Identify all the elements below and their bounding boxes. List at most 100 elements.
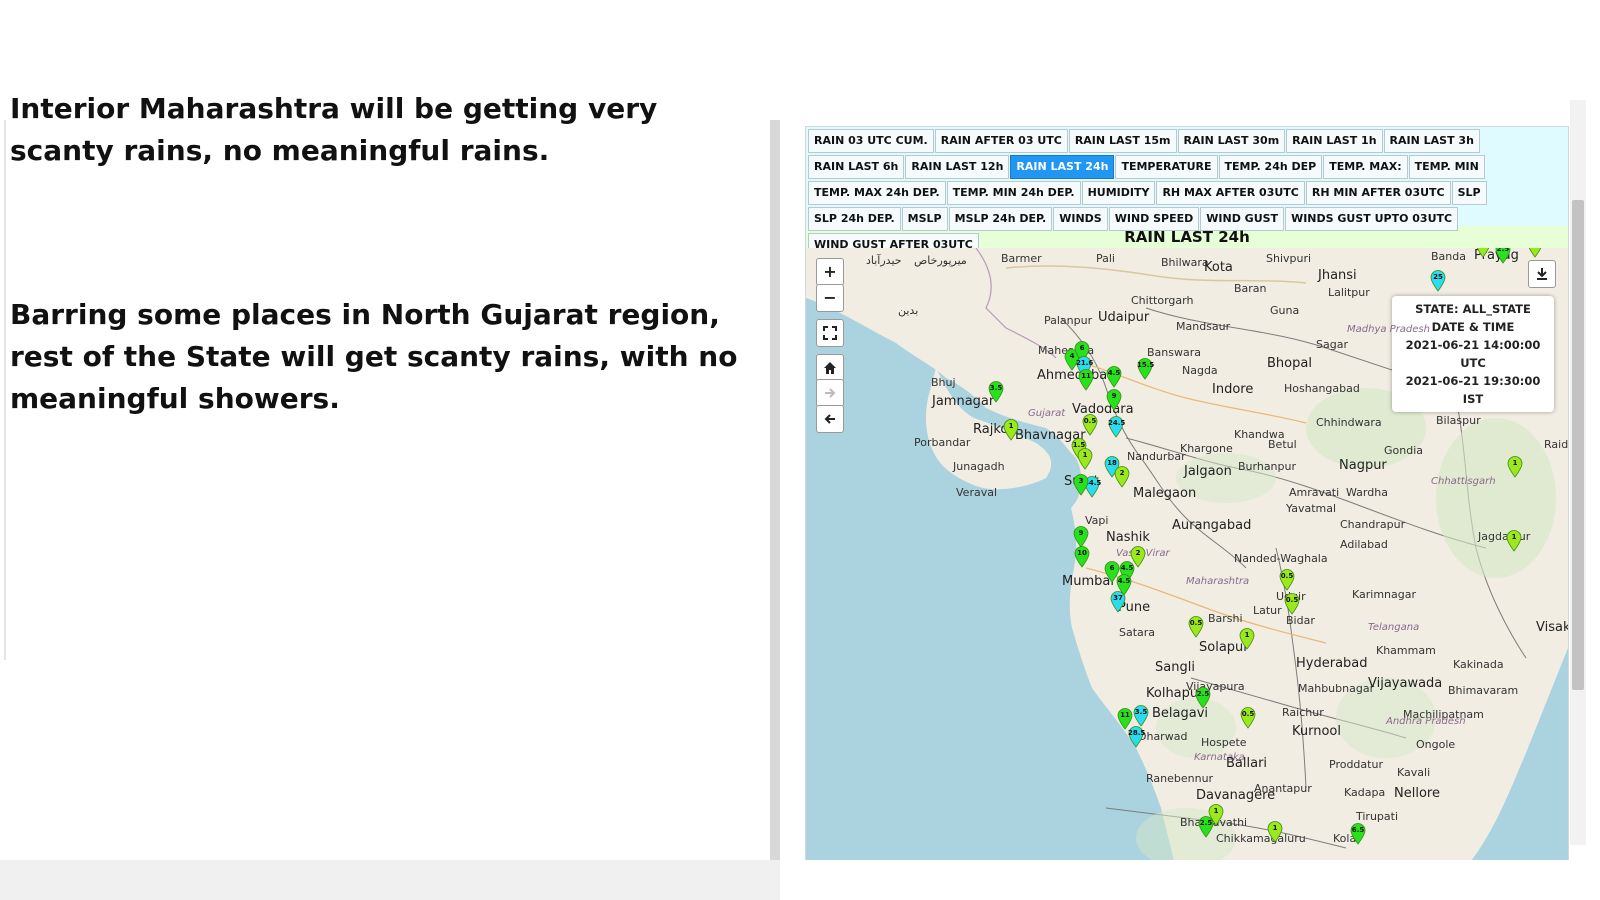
tab-rain-after-03-utc[interactable]: RAIN AFTER 03 UTC — [934, 129, 1068, 153]
tab-rh-max-after-03utc[interactable]: RH MAX AFTER 03UTC — [1156, 181, 1305, 205]
place-label: Khargone — [1180, 442, 1233, 455]
place-label: Karimnagar — [1352, 588, 1417, 601]
tab-rain-last-12h[interactable]: RAIN LAST 12h — [905, 155, 1010, 179]
rain-station-marker[interactable]: 15.5 — [1137, 358, 1154, 380]
marker-value: 1 — [1272, 824, 1278, 832]
place-label: Chhattisgarh — [1431, 476, 1496, 487]
rain-station-marker[interactable]: 3.5 — [988, 381, 1004, 403]
scrollbar-thumb[interactable] — [1572, 200, 1584, 690]
marker-value: 4.5 — [1120, 564, 1134, 572]
tab-rain-last-24h[interactable]: RAIN LAST 24h — [1010, 155, 1115, 179]
page-scrollbar[interactable] — [1570, 100, 1586, 845]
marker-value: 3 — [1078, 477, 1084, 485]
rain-station-marker[interactable]: 0.5 — [1240, 707, 1256, 729]
rain-station-marker[interactable]: 1 — [1003, 419, 1019, 441]
rain-station-marker[interactable]: 2 — [1114, 466, 1130, 488]
back-arrow-icon[interactable] — [816, 405, 844, 433]
rain-station-marker[interactable]: 10 — [1074, 546, 1090, 568]
place-label: Proddatur — [1329, 758, 1383, 771]
rain-station-marker[interactable]: 1 — [1506, 530, 1522, 552]
rain-station-marker[interactable]: 0.5 — [1284, 593, 1300, 615]
rain-station-marker[interactable]: 6.5 — [1350, 823, 1366, 845]
tab-humidity[interactable]: HUMIDITY — [1081, 181, 1156, 205]
tab-rh-min-after-03utc[interactable]: RH MIN AFTER 03UTC — [1305, 181, 1451, 205]
place-label: Gondia — [1384, 444, 1424, 457]
place-label: Ballari — [1226, 756, 1268, 771]
rain-station-marker[interactable]: 0.5 — [1188, 616, 1204, 638]
place-label: Mahbubnagar — [1298, 682, 1375, 695]
left-panel-border — [4, 120, 6, 660]
tab-rain-03-utc-cum[interactable]: RAIN 03 UTC CUM. — [808, 129, 934, 153]
place-label: Pali — [1096, 252, 1115, 265]
rain-station-marker[interactable]: 1 — [1077, 448, 1093, 470]
rain-station-marker[interactable]: 0.5 — [1527, 248, 1543, 258]
tab-temp-24h-dep[interactable]: TEMP. 24h DEP — [1218, 155, 1323, 179]
tab-temp-min-24h-dep[interactable]: TEMP. MIN 24h DEP. — [946, 181, 1081, 205]
fullscreen-icon[interactable] — [816, 319, 844, 347]
rain-station-marker[interactable]: 1 — [1507, 456, 1523, 478]
place-label: Indore — [1212, 382, 1254, 397]
tab-winds-gust-upto-03utc[interactable]: WINDS GUST UPTO 03UTC — [1285, 207, 1459, 231]
rain-station-marker[interactable]: 9 — [1073, 526, 1089, 548]
rain-station-marker[interactable]: 9 — [1106, 389, 1122, 411]
tab-mslp[interactable]: MSLP — [901, 207, 948, 231]
tab-rain-last-3h[interactable]: RAIN LAST 3h — [1383, 129, 1480, 153]
rain-station-marker[interactable]: 0.5 — [1475, 248, 1491, 258]
rain-station-marker[interactable]: 2.5 — [1495, 248, 1511, 264]
rain-station-marker[interactable]: 0.5 — [1279, 569, 1295, 591]
rain-map[interactable]: + − STATE: ALL_STATE DATE & TIME 2021-06… — [806, 248, 1568, 861]
place-label: Hospete — [1201, 736, 1247, 749]
marker-value: 10 — [1077, 549, 1087, 557]
panel-divider — [770, 120, 780, 860]
rain-station-marker[interactable]: 3 — [1073, 474, 1089, 496]
marker-value: 0.5 — [1285, 596, 1299, 604]
tab-winds[interactable]: WINDS — [1053, 207, 1108, 231]
tab-rain-last-6h[interactable]: RAIN LAST 6h — [808, 155, 905, 179]
rain-station-marker[interactable]: 28.5 — [1128, 726, 1145, 748]
rain-station-marker[interactable]: 4.5 — [1106, 366, 1122, 388]
download-icon[interactable] — [1528, 260, 1556, 288]
forward-arrow-icon[interactable] — [816, 379, 844, 407]
rain-station-marker[interactable]: 1 — [1239, 628, 1255, 650]
place-label: میرپورخاص — [914, 254, 967, 267]
info-state: STATE: ALL_STATE — [1415, 302, 1531, 316]
tab-temperature[interactable]: TEMPERATURE — [1115, 155, 1218, 179]
tab-temp-max[interactable]: TEMP. MAX: — [1323, 155, 1408, 179]
place-label: بدین — [898, 304, 919, 317]
home-icon[interactable] — [816, 354, 844, 382]
tab-rain-last-1h[interactable]: RAIN LAST 1h — [1286, 129, 1383, 153]
place-label: Hyderabad — [1296, 656, 1368, 671]
rain-station-marker[interactable]: 0.5 — [1082, 414, 1098, 436]
paragraph-gujarat: Barring some places in North Gujarat reg… — [10, 298, 738, 415]
place-label: Jamnagar — [932, 394, 995, 409]
place-label: Kota — [1204, 260, 1233, 275]
tab-slp-24h-dep[interactable]: SLP 24h DEP. — [808, 207, 901, 231]
rain-station-marker[interactable]: 2.5 — [1195, 687, 1211, 709]
zoom-out-button[interactable]: − — [816, 284, 844, 312]
rain-station-marker[interactable]: 24.5 — [1108, 416, 1125, 438]
marker-value: 11 — [1120, 711, 1130, 719]
tab-slp[interactable]: SLP — [1451, 181, 1487, 205]
marker-value: 2.5 — [1199, 819, 1213, 827]
rain-station-marker[interactable]: 1 — [1267, 821, 1283, 843]
rain-station-marker[interactable]: 11 — [1078, 369, 1094, 391]
tab-mslp-24h-dep[interactable]: MSLP 24h DEP. — [948, 207, 1053, 231]
place-label: Tirupati — [1356, 810, 1399, 823]
tab-temp-max-24h-dep[interactable]: TEMP. MAX 24h DEP. — [808, 181, 946, 205]
rain-station-marker[interactable]: 25 — [1430, 270, 1446, 292]
place-label: Amravati — [1289, 486, 1340, 499]
marker-value: 2.5 — [1196, 690, 1210, 698]
marker-value: 1 — [1244, 631, 1250, 639]
marker-value: 3.5 — [1134, 708, 1148, 716]
rain-station-marker[interactable]: 37 — [1110, 591, 1126, 613]
zoom-in-button[interactable]: + — [816, 258, 844, 286]
marker-value: 37 — [1113, 594, 1123, 602]
place-label: Banda — [1431, 250, 1466, 263]
rain-station-marker[interactable]: 2.5 — [1198, 816, 1214, 838]
tab-rain-last-15m[interactable]: RAIN LAST 15m — [1068, 129, 1177, 153]
bottom-strip — [780, 860, 1600, 900]
place-label: Kadapa — [1344, 786, 1386, 799]
rain-station-marker[interactable]: 3.5 — [1133, 705, 1149, 727]
tab-temp-min[interactable]: TEMP. MIN — [1408, 155, 1485, 179]
tab-rain-last-30m[interactable]: RAIN LAST 30m — [1177, 129, 1286, 153]
